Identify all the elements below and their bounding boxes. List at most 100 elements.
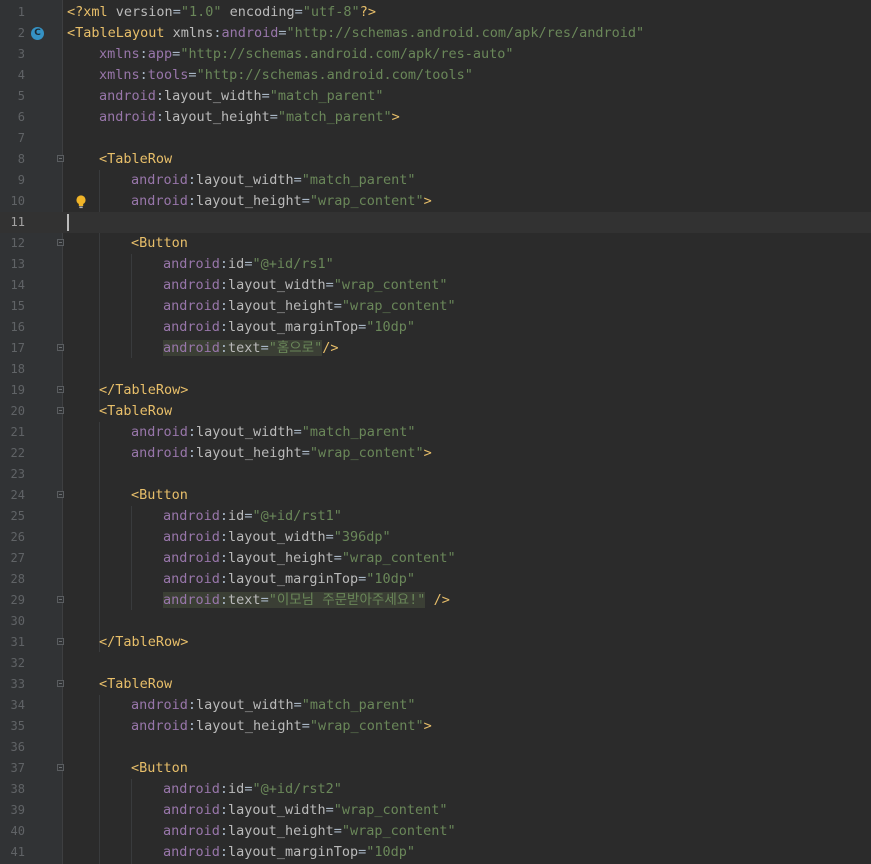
code-line[interactable]: 24 <Button: [0, 485, 871, 506]
code-line[interactable]: 38 android:id="@+id/rst2": [0, 779, 871, 800]
code-text[interactable]: android:layout_width="match_parent": [131, 695, 416, 716]
code-line[interactable]: 7: [0, 128, 871, 149]
code-line[interactable]: 33 <TableRow: [0, 674, 871, 695]
code-text[interactable]: android:layout_width="396dp": [163, 527, 391, 548]
fold-toggle-icon[interactable]: [57, 239, 64, 246]
code-text[interactable]: <TableRow: [99, 401, 172, 422]
code-line[interactable]: 36: [0, 737, 871, 758]
code-text[interactable]: android:layout_height="wrap_content": [163, 296, 456, 317]
code-text[interactable]: android:id="@+id/rs1": [163, 254, 334, 275]
code-line[interactable]: 27 android:layout_height="wrap_content": [0, 548, 871, 569]
code-text[interactable]: android:layout_width="wrap_content": [163, 275, 448, 296]
lightbulb-icon[interactable]: [75, 195, 87, 209]
line-number: 1: [17, 5, 25, 19]
code-text[interactable]: </TableRow>: [99, 380, 188, 401]
code-text[interactable]: android:layout_marginTop="10dp": [163, 569, 415, 590]
code-line[interactable]: 26 android:layout_width="396dp": [0, 527, 871, 548]
code-line[interactable]: 22 android:layout_height="wrap_content">: [0, 443, 871, 464]
code-text[interactable]: xmlns:tools="http://schemas.android.com/…: [99, 65, 473, 86]
fold-toggle-icon[interactable]: [57, 491, 64, 498]
fold-toggle-icon[interactable]: [57, 680, 64, 687]
code-line[interactable]: 11: [0, 212, 871, 233]
code-line[interactable]: 12 <Button: [0, 233, 871, 254]
code-text[interactable]: <TableRow: [99, 149, 172, 170]
code-line[interactable]: 29 android:text="이모님 주문받아주세요!" />: [0, 590, 871, 611]
code-line[interactable]: 19 </TableRow>: [0, 380, 871, 401]
class-c-icon[interactable]: C: [31, 27, 44, 40]
code-line[interactable]: 23: [0, 464, 871, 485]
code-line[interactable]: 32: [0, 653, 871, 674]
line-number: 41: [10, 845, 25, 859]
code-token: :: [219, 550, 229, 566]
code-text[interactable]: <TableLayout xmlns:android="http://schem…: [67, 23, 644, 44]
fold-toggle-icon[interactable]: [57, 155, 64, 162]
code-line[interactable]: 1 <?xml version="1.0" encoding="utf-8"?>: [0, 2, 871, 23]
code-text[interactable]: <TableRow: [99, 674, 172, 695]
code-line[interactable]: 13 android:id="@+id/rs1": [0, 254, 871, 275]
code-text[interactable]: android:text="이모님 주문받아주세요!" />: [163, 590, 450, 611]
code-line[interactable]: 40 android:layout_height="wrap_content": [0, 821, 871, 842]
code-line[interactable]: 9 android:layout_width="match_parent": [0, 170, 871, 191]
code-text[interactable]: android:layout_height="wrap_content">: [131, 716, 432, 737]
code-text[interactable]: <Button: [131, 233, 188, 254]
fold-toggle-icon[interactable]: [57, 344, 64, 351]
code-line[interactable]: 16 android:layout_marginTop="10dp": [0, 317, 871, 338]
code-text[interactable]: android:layout_height="wrap_content">: [131, 191, 432, 212]
code-line[interactable]: 34 android:layout_width="match_parent": [0, 695, 871, 716]
code-text[interactable]: android:layout_width="match_parent": [131, 422, 416, 443]
code-line[interactable]: 18: [0, 359, 871, 380]
code-line[interactable]: 25 android:id="@+id/rst1": [0, 506, 871, 527]
code-text[interactable]: android:text="홈으로"/>: [163, 338, 338, 359]
code-text[interactable]: <?xml version="1.0" encoding="utf-8"?>: [67, 2, 376, 23]
code-line[interactable]: 17 android:text="홈으로"/>: [0, 338, 871, 359]
code-token: =: [293, 424, 302, 440]
code-text[interactable]: android:layout_width="match_parent": [131, 170, 416, 191]
code-text[interactable]: </TableRow>: [99, 632, 188, 653]
code-text[interactable]: android:layout_height="wrap_content">: [131, 443, 432, 464]
fold-toggle-icon[interactable]: [57, 407, 64, 414]
code-token: layout_height: [196, 445, 302, 461]
code-text[interactable]: android:layout_marginTop="10dp": [163, 842, 415, 863]
code-line[interactable]: 2 C <TableLayout xmlns:android="http://sch…: [0, 23, 871, 44]
code-line[interactable]: 31 </TableRow>: [0, 632, 871, 653]
code-text[interactable]: xmlns:app="http://schemas.android.com/ap…: [99, 44, 514, 65]
code-token: android: [131, 697, 188, 713]
code-token: =: [325, 529, 334, 545]
code-line[interactable]: 37 <Button: [0, 758, 871, 779]
code-line[interactable]: 28 android:layout_marginTop="10dp": [0, 569, 871, 590]
code-line[interactable]: 8 <TableRow: [0, 149, 871, 170]
code-token: android: [163, 529, 220, 545]
code-line[interactable]: 30: [0, 611, 871, 632]
code-editor[interactable]: 1 <?xml version="1.0" encoding="utf-8"?> 2…: [0, 0, 871, 864]
code-line[interactable]: 14 android:layout_width="wrap_content": [0, 275, 871, 296]
code-text[interactable]: android:id="@+id/rst1": [163, 506, 342, 527]
code-text[interactable]: android:layout_height="wrap_content": [163, 821, 456, 842]
code-token: "match_parent": [269, 88, 384, 104]
fold-toggle-icon[interactable]: [57, 638, 64, 645]
code-text[interactable]: android:layout_marginTop="10dp": [163, 317, 415, 338]
code-text[interactable]: <Button: [131, 485, 188, 506]
code-line[interactable]: 41 android:layout_marginTop="10dp": [0, 842, 871, 863]
code-line[interactable]: 10 android:layout_height="wrap_content">: [0, 191, 871, 212]
code-text[interactable]: android:layout_width="wrap_content": [163, 800, 448, 821]
code-text[interactable]: android:id="@+id/rst2": [163, 779, 342, 800]
code-line[interactable]: 6 android:layout_height="match_parent">: [0, 107, 871, 128]
code-text[interactable]: android:layout_height="wrap_content": [163, 548, 456, 569]
fold-toggle-icon[interactable]: [57, 764, 64, 771]
code-line[interactable]: 5 android:layout_width="match_parent": [0, 86, 871, 107]
fold-toggle-icon[interactable]: [57, 596, 64, 603]
code-token: :: [155, 88, 165, 104]
code-line[interactable]: 15 android:layout_height="wrap_content": [0, 296, 871, 317]
fold-toggle-icon[interactable]: [57, 386, 64, 393]
code-line[interactable]: 20 <TableRow: [0, 401, 871, 422]
code-line[interactable]: 35 android:layout_height="wrap_content">: [0, 716, 871, 737]
code-token: <Button: [131, 487, 188, 503]
code-text[interactable]: <Button: [131, 758, 188, 779]
code-token: "1.0": [180, 4, 222, 20]
code-line[interactable]: 4 xmlns:tools="http://schemas.android.com…: [0, 65, 871, 86]
code-text[interactable]: android:layout_height="match_parent">: [99, 107, 400, 128]
code-line[interactable]: 21 android:layout_width="match_parent": [0, 422, 871, 443]
code-text[interactable]: android:layout_width="match_parent": [99, 86, 384, 107]
code-line[interactable]: 39 android:layout_width="wrap_content": [0, 800, 871, 821]
code-line[interactable]: 3 xmlns:app="http://schemas.android.com/a…: [0, 44, 871, 65]
